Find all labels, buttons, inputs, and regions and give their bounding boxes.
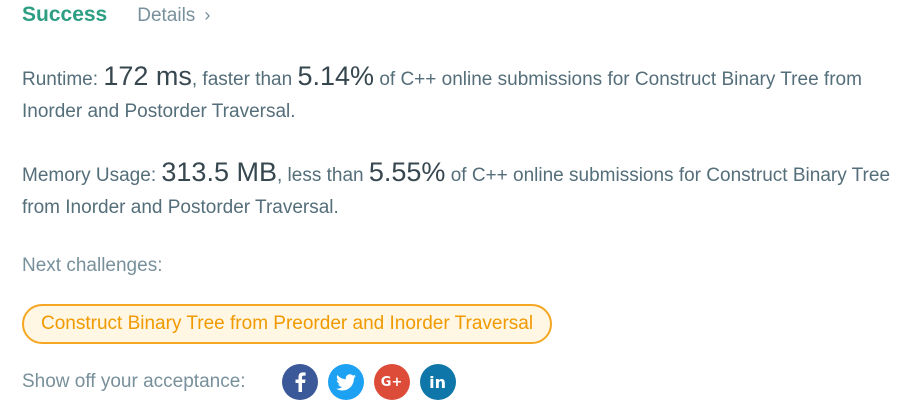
google-plus-glyph: G+ [380, 374, 403, 390]
memory-percent: 5.55% [368, 157, 446, 187]
share-row: Show off your acceptance: G+ in [22, 364, 466, 400]
twitter-icon[interactable] [327, 364, 364, 400]
details-link[interactable]: Details › [137, 1, 210, 31]
memory-value: 313.5 MB [161, 157, 277, 187]
share-icons: G+ in [281, 364, 466, 400]
chevron-right-icon: › [204, 5, 211, 25]
runtime-stat: Runtime: 172 ms, faster than 5.14% of C+… [22, 60, 892, 128]
runtime-comparison: , faster than [191, 69, 293, 90]
details-label: Details [137, 5, 196, 26]
submission-result: Success Details › Runtime: 172 ms, faste… [0, 0, 909, 415]
google-plus-icon[interactable]: G+ [373, 364, 410, 400]
share-label: Show off your acceptance: [22, 371, 246, 392]
runtime-percent: 5.14% [297, 61, 375, 91]
runtime-label: Runtime: [22, 69, 99, 90]
facebook-icon[interactable] [281, 364, 318, 400]
status-success: Success [22, 3, 108, 26]
runtime-value: 172 ms [103, 61, 192, 91]
result-header: Success Details › [22, 0, 210, 30]
linkedin-glyph: in [429, 372, 447, 392]
memory-label: Memory Usage: [22, 165, 157, 186]
memory-stat: Memory Usage: 313.5 MB, less than 5.55% … [22, 156, 892, 224]
next-challenges-label: Next challenges: [22, 255, 163, 276]
next-challenge-button[interactable]: Construct Binary Tree from Preorder and … [22, 304, 553, 344]
linkedin-icon[interactable]: in [419, 364, 456, 400]
memory-comparison: , less than [276, 165, 364, 186]
